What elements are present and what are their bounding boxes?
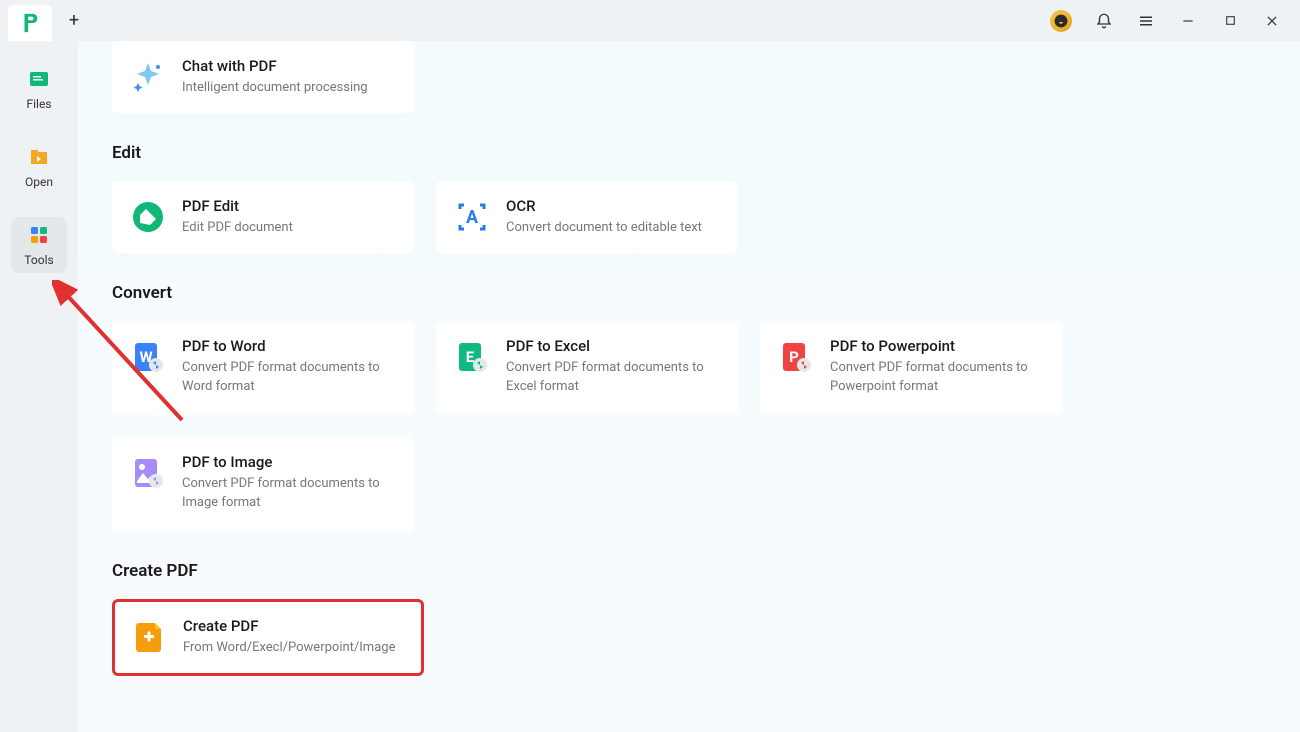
card-content: PDF to Image Convert PDF format document… <box>182 453 396 511</box>
card-desc: Convert PDF format documents to Image fo… <box>182 475 396 511</box>
card-ocr[interactable]: A OCR Convert document to editable text <box>436 181 738 253</box>
close-button[interactable] <box>1262 11 1282 31</box>
tools-icon <box>27 223 51 247</box>
sparkle-icon <box>130 59 166 95</box>
card-content: Chat with PDF Intelligent document proce… <box>182 57 368 97</box>
section-title-convert: Convert <box>112 283 1266 303</box>
sidebar-item-tools[interactable]: Tools <box>11 217 67 273</box>
main-content: Chat with PDF Intelligent document proce… <box>78 41 1300 732</box>
titlebar-left: + <box>8 0 86 41</box>
sidebar: Files Open Tools <box>0 41 78 732</box>
new-tab-button[interactable]: + <box>62 9 86 33</box>
user-avatar[interactable] <box>1050 10 1072 32</box>
notification-icon[interactable] <box>1094 11 1114 31</box>
files-icon <box>27 67 51 91</box>
excel-icon: E <box>454 339 490 375</box>
plus-icon: + <box>69 10 79 31</box>
sidebar-item-files[interactable]: Files <box>11 61 67 117</box>
avatar-icon <box>1054 14 1068 28</box>
section-title-create: Create PDF <box>112 561 1266 581</box>
card-content: PDF to Powerpoint Convert PDF format doc… <box>830 337 1044 395</box>
card-desc: Intelligent document processing <box>182 79 368 97</box>
card-desc: Convert PDF format documents to Powerpoi… <box>830 359 1044 395</box>
card-title: Create PDF <box>183 617 395 635</box>
section-title-edit: Edit <box>112 143 1266 163</box>
create-pdf-icon <box>131 619 167 655</box>
card-chat-with-pdf[interactable]: Chat with PDF Intelligent document proce… <box>112 41 414 113</box>
svg-text:A: A <box>466 207 479 228</box>
card-title: OCR <box>506 197 702 215</box>
card-content: PDF Edit Edit PDF document <box>182 197 293 237</box>
sidebar-item-open[interactable]: Open <box>11 139 67 195</box>
card-pdf-to-image[interactable]: PDF to Image Convert PDF format document… <box>112 437 414 531</box>
pdf-edit-icon <box>130 199 166 235</box>
card-title: PDF Edit <box>182 197 293 215</box>
card-desc: Edit PDF document <box>182 219 293 237</box>
card-pdf-to-word[interactable]: W PDF to Word Convert PDF format documen… <box>112 321 414 415</box>
sidebar-item-label: Files <box>26 97 51 111</box>
powerpoint-icon: P <box>778 339 814 375</box>
card-create-pdf[interactable]: Create PDF From Word/Execl/Powerpoint/Im… <box>112 599 424 675</box>
titlebar-right <box>1050 10 1292 32</box>
menu-icon[interactable] <box>1136 11 1156 31</box>
card-pdf-to-excel[interactable]: E PDF to Excel Convert PDF format docume… <box>436 321 738 415</box>
card-pdf-to-powerpoint[interactable]: P PDF to Powerpoint Convert PDF format d… <box>760 321 1062 415</box>
word-icon: W <box>130 339 166 375</box>
card-title: PDF to Image <box>182 453 396 471</box>
card-title: Chat with PDF <box>182 57 368 75</box>
image-icon <box>130 455 166 491</box>
ocr-icon: A <box>454 199 490 235</box>
app-logo-icon <box>19 12 41 34</box>
card-desc: Convert PDF format documents to Word for… <box>182 359 396 395</box>
minimize-button[interactable] <box>1178 11 1198 31</box>
card-content: PDF to Excel Convert PDF format document… <box>506 337 720 395</box>
card-title: PDF to Excel <box>506 337 720 355</box>
card-title: PDF to Word <box>182 337 396 355</box>
card-desc: From Word/Execl/Powerpoint/Image <box>183 639 395 657</box>
card-content: Create PDF From Word/Execl/Powerpoint/Im… <box>183 617 395 657</box>
maximize-button[interactable] <box>1220 11 1240 31</box>
titlebar: + <box>0 0 1300 41</box>
sidebar-item-label: Tools <box>24 253 53 267</box>
card-content: PDF to Word Convert PDF format documents… <box>182 337 396 395</box>
app-tab[interactable] <box>8 5 52 41</box>
card-title: PDF to Powerpoint <box>830 337 1044 355</box>
card-pdf-edit[interactable]: PDF Edit Edit PDF document <box>112 181 414 253</box>
card-desc: Convert PDF format documents to Excel fo… <box>506 359 720 395</box>
open-icon <box>27 145 51 169</box>
sidebar-item-label: Open <box>25 175 53 189</box>
card-desc: Convert document to editable text <box>506 219 702 237</box>
card-content: OCR Convert document to editable text <box>506 197 702 237</box>
